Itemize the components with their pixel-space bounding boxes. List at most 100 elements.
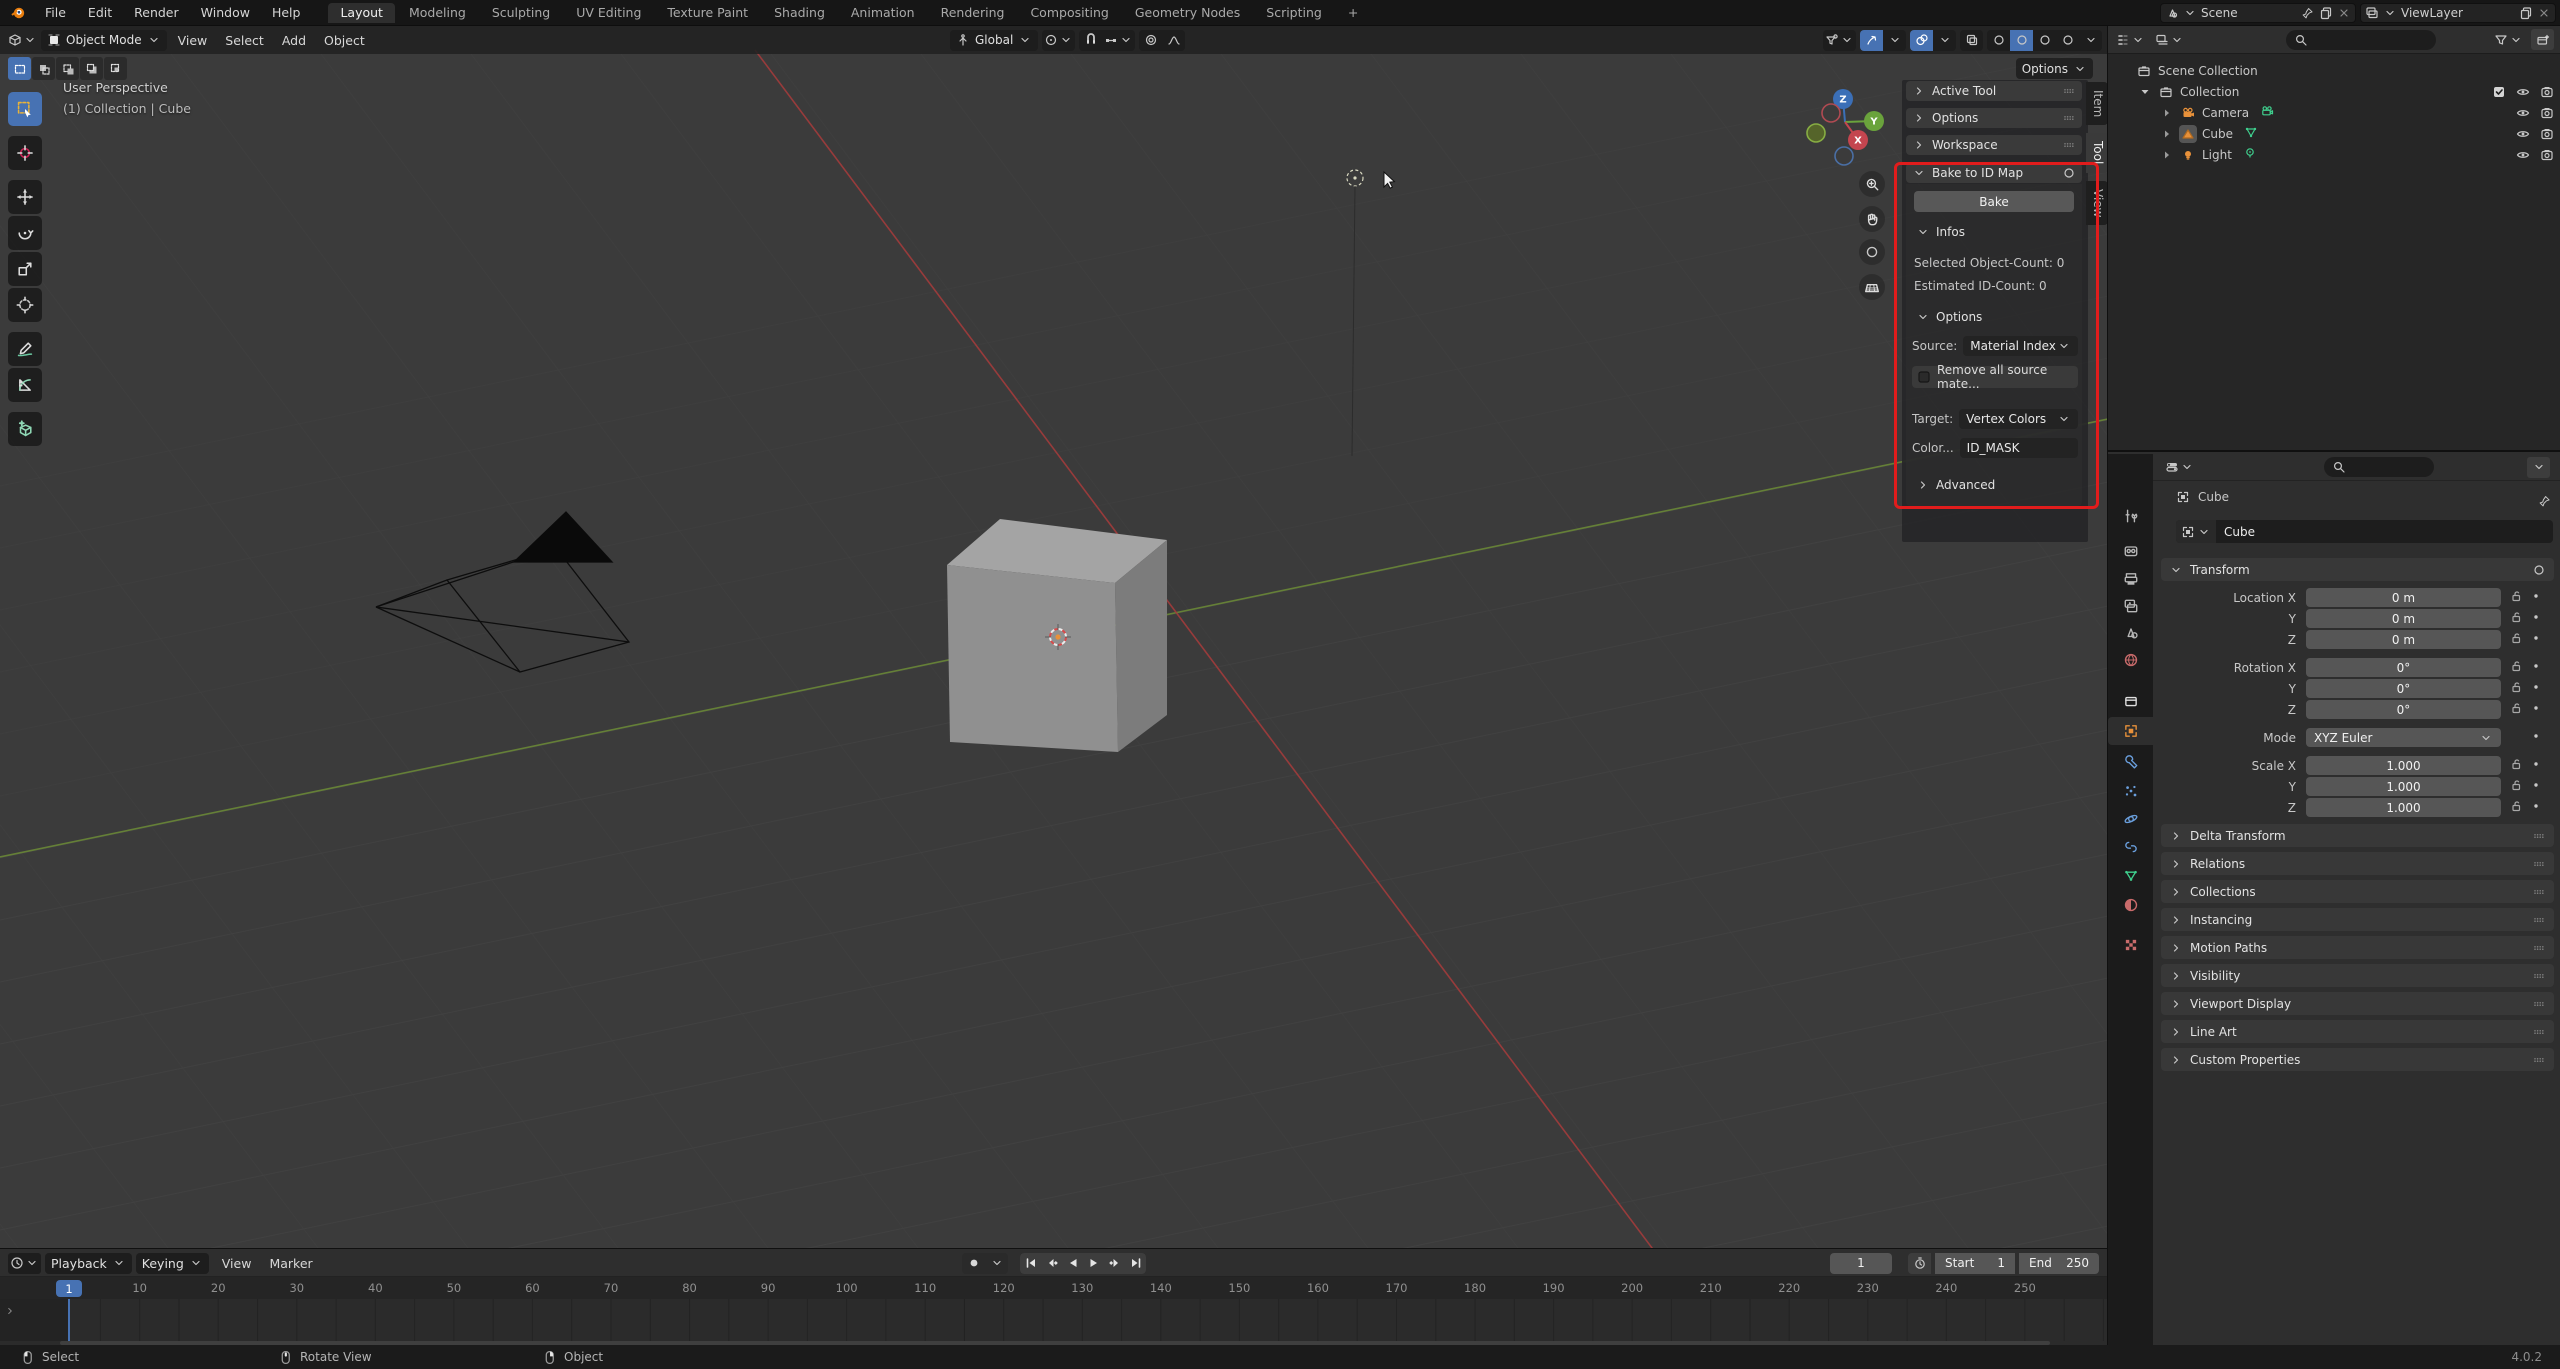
properties-tab-data[interactable]	[2108, 861, 2153, 889]
checkbox-on-icon[interactable]	[2492, 85, 2506, 99]
properties-tab-collection[interactable]	[2108, 687, 2153, 715]
frame-end-field[interactable]: End 250	[2019, 1252, 2099, 1274]
preview-range-toggle[interactable]	[1908, 1252, 1931, 1274]
panel-line-art[interactable]: Line Art	[2161, 1020, 2554, 1043]
drag-handle-icon[interactable]	[2062, 166, 2076, 180]
keying-dropdown[interactable]	[985, 1253, 1008, 1274]
tri-closed-icon[interactable]	[2160, 148, 2174, 162]
select-mode-set-button[interactable]	[8, 57, 31, 80]
properties-search-input[interactable]	[2324, 457, 2434, 477]
gizmo-dropdown[interactable]	[1883, 30, 1906, 51]
panel-delta-transform[interactable]: Delta Transform	[2161, 824, 2554, 847]
value-slider[interactable]: 0°	[2306, 658, 2501, 677]
source-dropdown[interactable]: Material Index	[1963, 336, 2078, 356]
viewlayer-name[interactable]: ViewLayer	[2401, 6, 2515, 20]
properties-tab-material[interactable]	[2108, 891, 2153, 919]
properties-tab-physics[interactable]	[2108, 805, 2153, 833]
checkbox-unchecked-icon[interactable]	[1917, 370, 1931, 384]
properties-tab-world[interactable]	[2108, 646, 2153, 674]
properties-tab-output[interactable]	[2108, 565, 2153, 593]
workspace-tab-rendering[interactable]: Rendering	[929, 3, 1017, 23]
drag-handle-icon[interactable]	[2062, 111, 2076, 125]
viewport-menu-select[interactable]: Select	[216, 33, 273, 48]
pivot-button[interactable]	[1042, 30, 1075, 51]
render-cam-icon[interactable]	[2540, 85, 2554, 99]
nav-grid-button[interactable]	[1859, 274, 1885, 300]
lock-open-icon[interactable]	[2509, 631, 2523, 645]
workspace-tab-sculpting[interactable]: Sculpting	[480, 3, 562, 23]
duplicate-icon[interactable]	[2519, 6, 2533, 20]
key-dot-icon[interactable]	[2529, 778, 2543, 792]
drag-handle-icon[interactable]	[2532, 1025, 2546, 1039]
pin-icon[interactable]	[2301, 6, 2315, 20]
timeline-menu-marker[interactable]: Marker	[260, 1256, 321, 1271]
drag-handle-icon[interactable]	[2062, 84, 2076, 98]
drag-handle-icon[interactable]	[2532, 563, 2546, 577]
drag-handle-icon[interactable]	[2532, 885, 2546, 899]
workspace-tab-animation[interactable]: Animation	[839, 3, 927, 23]
nav-zoom-button[interactable]	[1859, 171, 1885, 197]
lock-open-icon[interactable]	[2509, 589, 2523, 603]
color-attr-input[interactable]: ID_MASK	[1959, 438, 2078, 458]
outliner-label[interactable]: Light	[2202, 148, 2232, 162]
shading-material-button[interactable]	[2033, 30, 2056, 51]
snap-settings[interactable]	[1102, 30, 1135, 51]
key-dot-icon[interactable]	[2529, 680, 2543, 694]
tool-move-button[interactable]	[8, 180, 42, 214]
sidebar-tab-view[interactable]: View	[2086, 180, 2107, 226]
value-slider[interactable]: 1.000	[2306, 798, 2501, 817]
menu-file[interactable]: File	[34, 0, 77, 26]
properties-tab-tool[interactable]	[2108, 502, 2153, 530]
drag-handle-icon[interactable]	[2532, 913, 2546, 927]
workspace-tab-modeling[interactable]: Modeling	[397, 3, 478, 23]
lock-open-icon[interactable]	[2509, 799, 2523, 813]
snap-toggle[interactable]	[1079, 30, 1102, 51]
lock-open-icon[interactable]	[2509, 701, 2523, 715]
select-mode-subtract-button[interactable]	[56, 57, 79, 80]
lock-open-icon[interactable]	[2509, 757, 2523, 771]
light-object[interactable]	[1346, 169, 1364, 457]
key-dot-icon[interactable]	[2529, 757, 2543, 771]
panel-collections[interactable]: Collections	[2161, 880, 2554, 903]
viewport-3d[interactable]: Object Mode View Select Add Object Global O…	[0, 26, 2108, 1248]
tri-open-icon[interactable]	[2138, 85, 2152, 99]
drag-handle-icon[interactable]	[2532, 829, 2546, 843]
value-slider[interactable]: 0°	[2306, 700, 2501, 719]
tool-cursor-button[interactable]	[8, 136, 42, 170]
outliner-row-cube[interactable]: Cube	[2108, 123, 2560, 144]
mode-dropdown[interactable]: Object Mode	[41, 29, 167, 51]
sidebar-panel-workspace[interactable]: Workspace	[1906, 135, 2082, 155]
value-slider[interactable]: 0 m	[2306, 630, 2501, 649]
outliner-row-scene-collection[interactable]: Scene Collection	[2108, 60, 2560, 81]
visibility-filter-button[interactable]	[1823, 30, 1856, 51]
workspace-tab-layout[interactable]: Layout	[328, 2, 395, 23]
current-frame-field[interactable]: 1	[1830, 1252, 1892, 1274]
workspace-tab-geometry-nodes[interactable]: Geometry Nodes	[1123, 3, 1252, 23]
options-subpanel-header[interactable]: Options	[1916, 310, 1982, 324]
outliner-display-mode-button[interactable]	[2153, 29, 2186, 50]
timeline-menu-keying[interactable]: Keying	[135, 1252, 209, 1274]
drag-handle-icon[interactable]	[2532, 969, 2546, 983]
key-dot-icon[interactable]	[2529, 659, 2543, 673]
playhead[interactable]: 1	[56, 1280, 82, 1297]
transport-revplay-button[interactable]	[1062, 1252, 1083, 1274]
outliner-label[interactable]: Scene Collection	[2158, 64, 2258, 78]
add-workspace-button[interactable]: +	[1336, 3, 1370, 23]
transport-last-button[interactable]	[1125, 1252, 1146, 1274]
lock-open-icon[interactable]	[2509, 680, 2523, 694]
key-dot-icon[interactable]	[2529, 729, 2543, 743]
viewlayer-selector[interactable]: ViewLayer	[2360, 2, 2556, 23]
tool-measure-button[interactable]	[8, 368, 42, 402]
key-dot-icon[interactable]	[2529, 631, 2543, 645]
infos-subpanel-header[interactable]: Infos	[1916, 225, 1965, 239]
panel-custom-properties[interactable]: Custom Properties	[2161, 1048, 2554, 1071]
properties-tab-scene[interactable]	[2108, 619, 2153, 647]
tool-scale-button[interactable]	[8, 252, 42, 286]
frame-start-field[interactable]: Start 1	[1935, 1252, 2015, 1274]
nav-camera-button[interactable]	[1859, 239, 1885, 265]
auto-keying-toggle[interactable]	[962, 1253, 985, 1274]
properties-tab-render[interactable]	[2108, 537, 2153, 565]
transform-panel-header[interactable]: Transform	[2161, 558, 2554, 581]
panel-motion-paths[interactable]: Motion Paths	[2161, 936, 2554, 959]
xray-toggle[interactable]	[1960, 30, 1983, 51]
